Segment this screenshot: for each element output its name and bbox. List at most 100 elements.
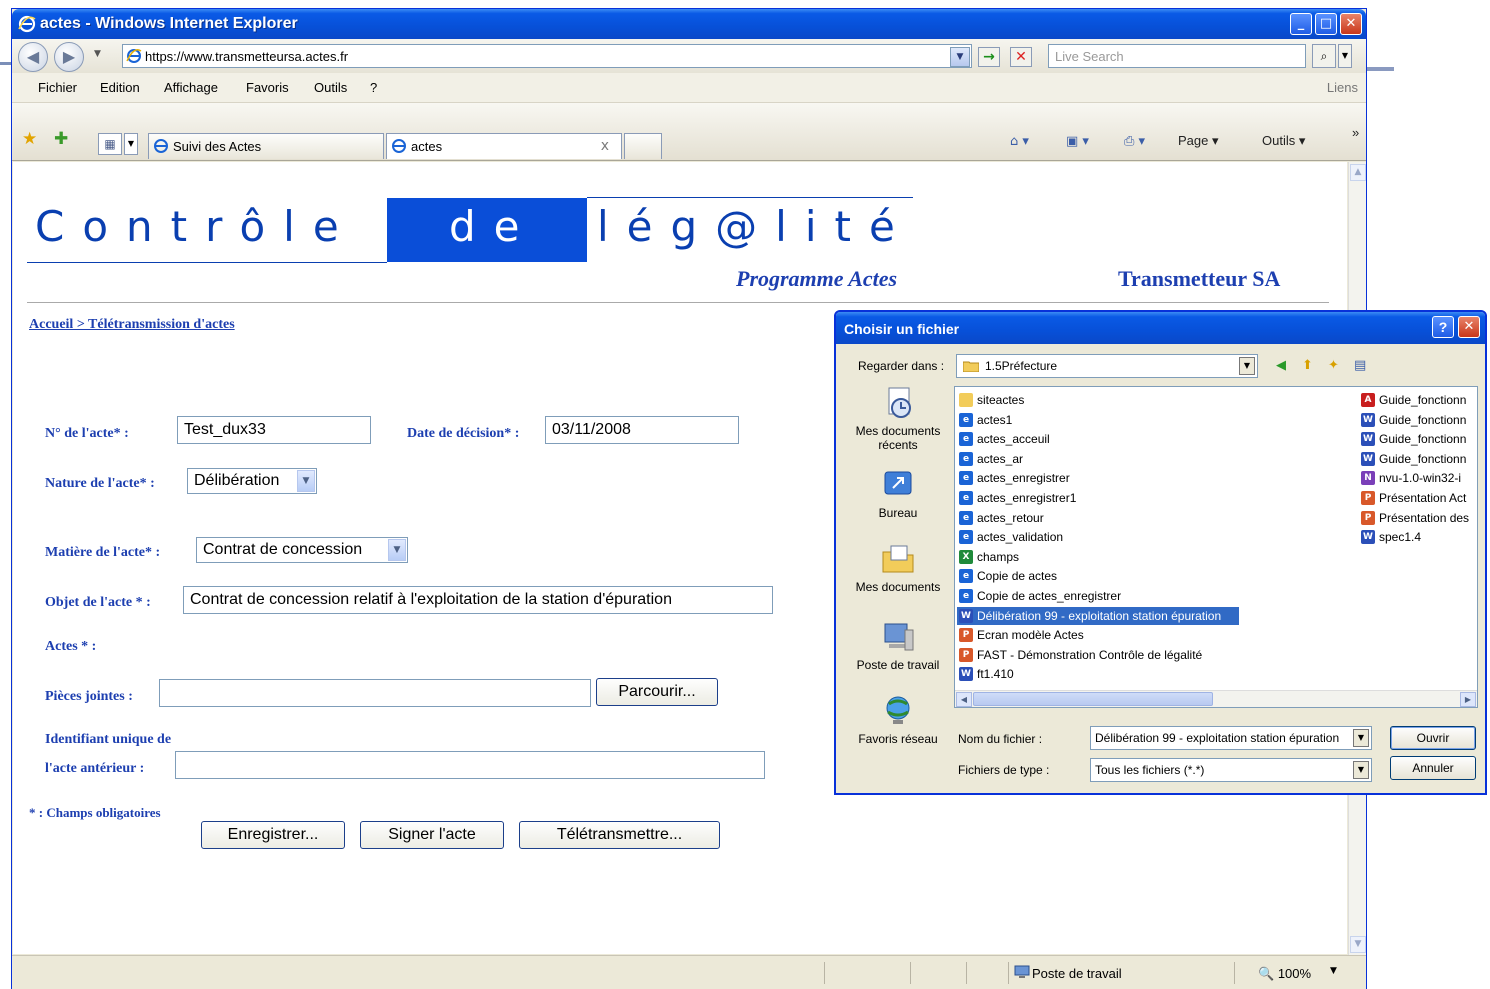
menu-help[interactable]: ? [370, 80, 377, 95]
identifiant-input[interactable] [175, 751, 765, 779]
address-dropdown[interactable]: ▼ [950, 47, 970, 67]
cancel-button[interactable]: Annuler [1390, 756, 1476, 780]
file-list[interactable]: siteactes e actes1 e actes_acceuil e actes_ar e… [954, 386, 1478, 708]
back-button[interactable]: ◀ [18, 42, 48, 72]
zoom-dropdown[interactable]: ▼ [1330, 966, 1337, 976]
file-item[interactable]: W Guide_fonctionn [1359, 411, 1477, 429]
scroll-down-icon[interactable]: ▼ [1350, 936, 1366, 953]
file-item[interactable]: Wspec1.4 [1359, 528, 1477, 546]
menu-fichier[interactable]: Fichier [38, 80, 77, 95]
scrollbar-thumb[interactable] [973, 692, 1213, 706]
stop-button[interactable]: ✕ [1010, 47, 1032, 67]
file-item[interactable]: P FAST - Démonstration Contrôle de légali… [957, 646, 1239, 664]
minimize-button[interactable]: _ [1290, 13, 1312, 35]
maximize-button[interactable]: □ [1315, 13, 1337, 35]
menu-affichage[interactable]: Affichage [164, 80, 218, 95]
file-item[interactable]: P Présentation Act [1359, 489, 1477, 507]
home-icon[interactable]: ⌂ ▾ [1010, 133, 1029, 149]
nature-select[interactable]: Délibération ▼ [187, 468, 317, 494]
menu-outils[interactable]: Outils [314, 80, 347, 95]
dialog-titlebar[interactable]: Choisir un fichier ? ✕ [836, 312, 1485, 344]
add-favorite-icon[interactable]: ✚ [54, 129, 68, 149]
history-dropdown[interactable]: ▼ [94, 49, 101, 59]
tab-list-dropdown[interactable]: ▼ [124, 133, 138, 155]
scroll-left-icon[interactable]: ◀ [956, 692, 972, 707]
up-folder-icon[interactable]: ⬆ [1302, 358, 1320, 374]
numero-label: N° de l'acte* : [45, 426, 129, 441]
file-item[interactable]: e Copie de actes [957, 567, 1239, 585]
file-item[interactable]: e actes_ar [957, 450, 1239, 468]
objet-input[interactable]: Contrat de concession relatif à l'exploi… [183, 586, 773, 614]
address-bar[interactable]: https://www.transmetteursa.actes.fr [122, 44, 972, 68]
tab-suivi-des-actes[interactable]: Suivi des Actes [148, 133, 384, 159]
file-item[interactable]: W Délibération 99 - exploitation station … [957, 606, 1239, 625]
file-item[interactable]: e actes_validation [957, 528, 1239, 546]
look-in-select[interactable]: 1.5Préfecture ▼ [956, 354, 1258, 378]
forward-button[interactable]: ▶ [54, 42, 84, 72]
close-dialog-button[interactable]: ✕ [1458, 316, 1480, 338]
transmit-button[interactable]: Télétransmettre... [519, 821, 720, 849]
page-menu[interactable]: Page ▾ [1178, 133, 1219, 149]
scroll-right-icon[interactable]: ▶ [1460, 692, 1476, 707]
feeds-icon[interactable]: ▣ ▾ [1066, 133, 1089, 149]
view-menu-icon[interactable]: ▤ [1354, 358, 1372, 374]
file-type-select[interactable]: Tous les fichiers (*.*) ▼ [1090, 758, 1372, 782]
file-item[interactable]: Xchamps [957, 548, 1239, 566]
favorites-star-icon[interactable]: ★ [22, 129, 37, 149]
tools-menu[interactable]: Outils ▾ [1262, 133, 1305, 149]
close-tab-icon[interactable]: x [601, 138, 609, 154]
file-item[interactable]: e actes_enregistrer1 [957, 489, 1239, 507]
menu-edition[interactable]: Edition [100, 80, 140, 95]
sign-button[interactable]: Signer l'acte [360, 821, 504, 849]
file-name-input[interactable]: Délibération 99 - exploitation station é… [1090, 726, 1372, 750]
menu-favoris[interactable]: Favoris [246, 80, 289, 95]
quick-tabs-icon[interactable]: ▦ [98, 133, 122, 155]
go-button[interactable]: → [978, 47, 1000, 67]
file-item[interactable]: e actes1 [957, 411, 1239, 429]
open-button[interactable]: Ouvrir [1390, 726, 1476, 750]
zoom-level[interactable]: 🔍 100% [1258, 966, 1311, 982]
scroll-up-icon[interactable]: ▲ [1350, 164, 1366, 181]
file-item[interactable]: siteactes [957, 391, 1239, 409]
place-my-documents[interactable]: Mes documents [844, 542, 952, 594]
file-list-scrollbar[interactable]: ◀ ▶ [955, 690, 1477, 707]
help-button[interactable]: ? [1432, 316, 1454, 338]
file-item[interactable]: A Guide_fonctionn [1359, 391, 1477, 409]
file-item[interactable]: Wft1.410 [957, 665, 1239, 683]
print-icon[interactable]: ⎙ ▾ [1124, 133, 1145, 149]
file-item[interactable]: e actes_acceuil [957, 430, 1239, 448]
save-button[interactable]: Enregistrer... [201, 821, 345, 849]
search-icon[interactable]: ⌕ [1312, 44, 1336, 68]
file-item[interactable]: Nnvu-1.0-win32-i [1359, 469, 1477, 487]
links-bar[interactable]: Liens [1327, 80, 1358, 95]
tab-actes[interactable]: actes x [386, 133, 622, 159]
new-folder-icon[interactable]: ✦ [1328, 358, 1346, 374]
file-item[interactable]: P Présentation des [1359, 509, 1477, 527]
file-item[interactable]: e actes_retour [957, 509, 1239, 527]
window-titlebar[interactable]: actes - Windows Internet Explorer _ □ ✕ [12, 9, 1366, 39]
more-commands[interactable]: » [1352, 125, 1359, 140]
pieces-input[interactable] [159, 679, 591, 707]
new-tab-button[interactable] [624, 133, 662, 159]
file-item[interactable]: e Copie de actes_enregistrer [957, 587, 1239, 605]
matiere-select[interactable]: Contrat de concession ▼ [196, 537, 408, 563]
back-icon[interactable]: ◀ [1276, 358, 1294, 374]
place-desktop[interactable]: Bureau [844, 468, 952, 520]
place-my-computer[interactable]: Poste de travail [844, 620, 952, 672]
file-item[interactable]: P Ecran modèle Actes [957, 626, 1239, 644]
file-item[interactable]: W Guide_fonctionn [1359, 450, 1477, 468]
identifiant-label: Identifiant unique de [45, 732, 172, 747]
date-input[interactable]: 03/11/2008 [545, 416, 739, 444]
file-item[interactable]: e actes_enregistrer [957, 469, 1239, 487]
browse-button[interactable]: Parcourir... [596, 678, 718, 706]
file-item[interactable]: W Guide_fonctionn [1359, 430, 1477, 448]
numero-input[interactable]: Test_dux33 [177, 416, 371, 444]
search-input[interactable]: Live Search [1048, 44, 1306, 68]
security-zone[interactable]: Poste de travail [1032, 966, 1122, 981]
search-dropdown[interactable]: ▼ [1338, 44, 1352, 68]
place-recent[interactable]: Mes documents récents [844, 386, 952, 452]
place-network[interactable]: Favoris réseau [844, 694, 952, 746]
breadcrumb[interactable]: Accueil > Télétransmission d'actes [29, 317, 235, 333]
chevron-down-icon[interactable]: ▼ [1353, 729, 1369, 747]
close-window-button[interactable]: ✕ [1340, 13, 1362, 35]
